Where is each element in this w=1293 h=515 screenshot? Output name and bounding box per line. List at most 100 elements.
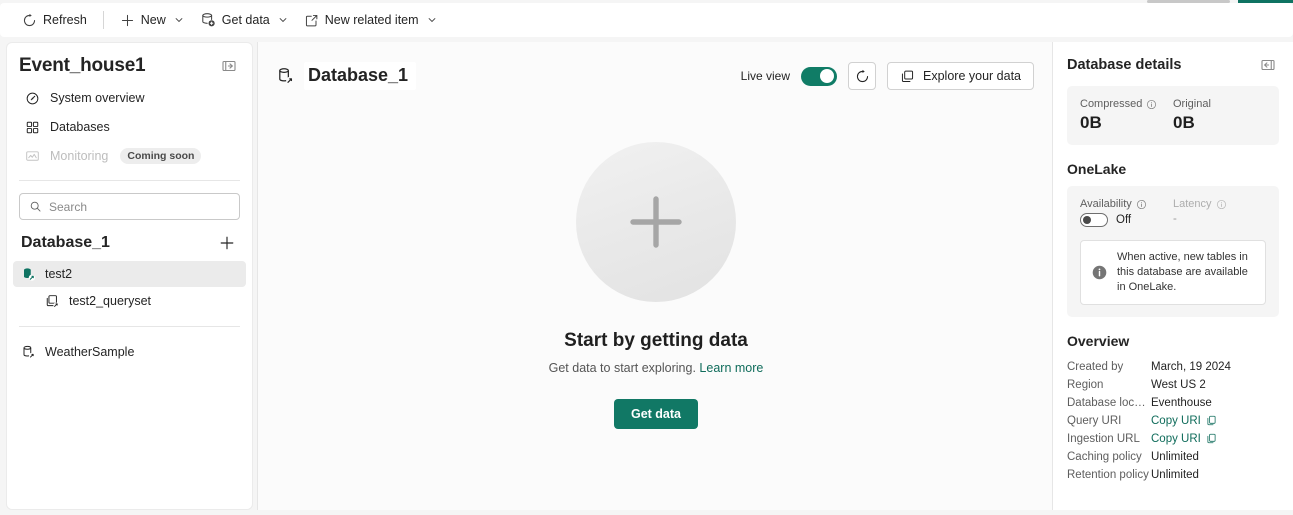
overview-key: Created by [1067,360,1124,373]
size-stats-row: Compressed 0B Original 0B [1080,98,1266,133]
explore-your-data-label: Explore your data [923,69,1021,83]
refresh-icon [855,69,870,84]
sidebar-item-databases[interactable]: Databases [17,113,242,141]
get-data-button[interactable]: Get data [613,399,698,429]
plus-icon [120,13,135,28]
search-box[interactable] [19,193,240,220]
sidebar-item-label: System overview [50,91,145,105]
panel-collapse-icon[interactable] [218,55,240,77]
latency-value: - [1173,213,1177,225]
sidebar-item-label: Monitoring [50,149,109,163]
toolbar-new-label: New [140,13,166,27]
original-value: 0B [1173,113,1195,132]
overview-key: Retention policy [1067,468,1149,481]
toolbar-new-related-item-button[interactable]: New related item [296,7,445,33]
panel-expand-icon[interactable] [1257,54,1279,76]
learn-more-link[interactable]: Learn more [699,361,763,375]
toolbar-refresh-button[interactable]: Refresh [14,7,95,33]
empty-state-title: Start by getting data [564,330,748,351]
explore-your-data-button[interactable]: Explore your data [887,62,1034,90]
overview-key: Caching policy [1067,450,1142,463]
tree-divider [19,326,240,327]
overview-key: Region [1067,378,1104,391]
onelake-info-box: When active, new tables in this database… [1080,240,1266,305]
empty-state: Start by getting data Get data to start … [258,96,1054,510]
empty-state-subtitle-text: Get data to start exploring. [548,361,696,375]
table-row: Ingestion URL Copy URI [1067,430,1279,448]
tree-item-weathersample[interactable]: WeatherSample [13,339,246,365]
search-icon [29,200,42,213]
main-header-actions: Live view Explore your data [741,62,1034,90]
add-data-circle[interactable] [576,142,736,302]
onelake-card: Availability Off Latency - When active, … [1067,186,1279,317]
latency-stat: Latency - [1173,198,1266,227]
overview-table: Created by March, 19 2024 Region West US… [1067,358,1279,484]
tree-item-test2-queryset[interactable]: test2_queryset [13,288,246,314]
latency-label: Latency [1173,198,1212,210]
grid-icon [25,120,40,135]
database-group-header: Database_1 [7,220,252,260]
toolbar-get-data-label: Get data [221,13,270,27]
refresh-icon [22,13,37,28]
compressed-label-group: Compressed [1080,98,1173,110]
toolbar-separator [102,11,104,29]
queryset-icon [45,294,60,309]
sidebar-item-monitoring: Monitoring Coming soon [17,142,242,170]
plus-icon [623,189,689,255]
add-database-item-button[interactable] [216,232,238,254]
overview-value-cell: Copy URI [1151,430,1279,448]
toolbar-new-related-item-label: New related item [324,13,419,27]
main-title-group: Database_1 [276,62,417,90]
latency-value-row: - [1173,213,1266,225]
overview-key: Query URI [1067,414,1122,427]
command-toolbar: Refresh New Get data New related item [0,3,1293,37]
compressed-value: 0B [1080,113,1102,132]
info-filled-icon [1091,264,1108,281]
chevron-down-icon [174,15,184,25]
availability-label-group: Availability [1080,198,1173,210]
external-link-icon [304,13,319,28]
availability-value: Off [1116,214,1132,226]
availability-toggle-row: Off [1080,213,1173,227]
overview-key: Database locati... [1067,396,1151,409]
info-icon[interactable] [1216,199,1227,210]
availability-label: Availability [1080,198,1132,210]
overview-value: West US 2 [1151,378,1206,391]
availability-stat: Availability Off [1080,198,1173,227]
gauge-icon [25,91,40,106]
left-sidebar: Event_house1 System overview Databases M… [6,42,253,510]
sidebar-divider [19,180,240,181]
overview-value: Eventhouse [1151,396,1212,409]
info-icon[interactable] [1136,199,1147,210]
tree-item-test2[interactable]: test2 [13,261,246,287]
onelake-availability-toggle[interactable] [1080,213,1108,227]
chevron-down-icon [278,15,288,25]
main-header: Database_1 Live view Explore your data [258,42,1052,96]
overview-value: March, 19 2024 [1151,360,1231,373]
copy-ingestion-url-button[interactable]: Copy URI [1151,433,1217,445]
overview-key: Ingestion URL [1067,432,1140,445]
onelake-stats-row: Availability Off Latency - [1080,198,1266,227]
toolbar-get-data-button[interactable]: Get data [192,7,296,33]
sidebar-item-system-overview[interactable]: System overview [17,84,242,112]
toggle-knob [1083,216,1091,224]
live-view-label: Live view [740,69,791,83]
copy-query-uri-button[interactable]: Copy URI [1151,415,1217,427]
database-shortcut-icon [276,67,295,86]
chevron-down-icon [427,15,437,25]
database-group-title: Database_1 [21,234,110,251]
toolbar-new-button[interactable]: New [112,7,192,33]
onelake-info-text: When active, new tables in this database… [1117,251,1248,293]
tree-item-label: WeatherSample [45,345,135,359]
details-header: Database details [1067,42,1279,86]
overview-value: Unlimited [1151,468,1199,481]
sidebar-item-label: Databases [50,120,110,134]
info-icon[interactable] [1146,99,1157,110]
tree-item-label: test2 [45,267,73,281]
database-shortcut-icon [21,267,36,282]
table-row: Query URI Copy URI [1067,412,1279,430]
table-row: Created by March, 19 2024 [1067,358,1279,376]
search-input[interactable] [49,199,230,214]
live-view-toggle[interactable] [801,66,838,86]
refresh-button[interactable] [848,62,877,90]
